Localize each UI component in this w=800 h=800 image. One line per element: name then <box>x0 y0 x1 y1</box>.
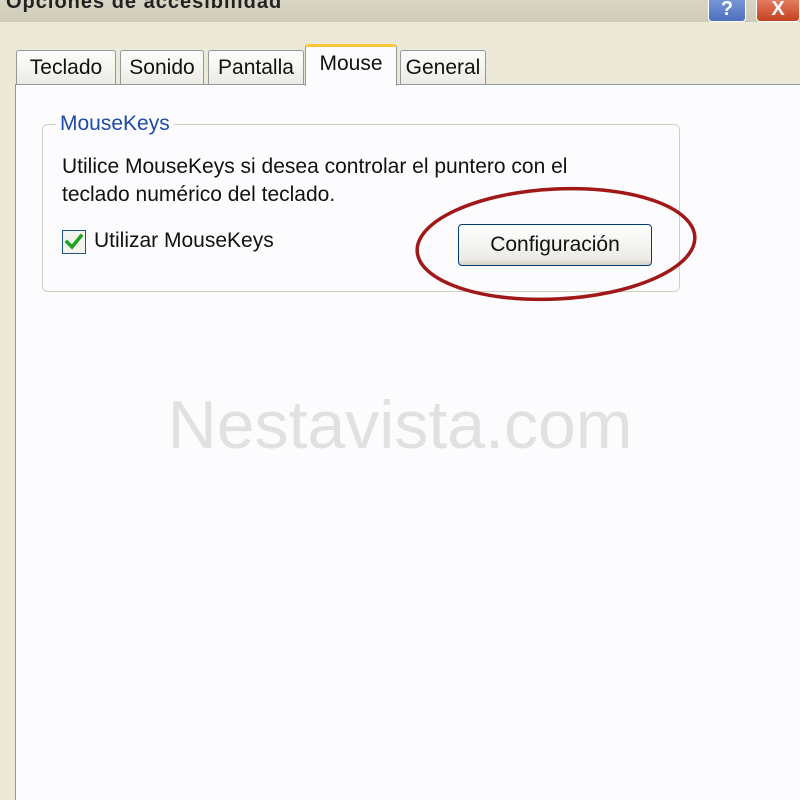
checkmark-icon <box>64 233 84 250</box>
tab-pantalla[interactable]: Pantalla <box>208 50 304 84</box>
watermark-text: Nestavista.com <box>167 387 633 463</box>
tab-mouse[interactable]: Mouse <box>305 44 397 86</box>
tab-sonido[interactable]: Sonido <box>120 50 204 84</box>
help-button[interactable]: ? <box>708 0 746 22</box>
use-mousekeys-label[interactable]: Utilizar MouseKeys <box>94 229 274 253</box>
groupbox-title: MouseKeys <box>56 112 174 136</box>
window-title: Opciones de accesibilidad <box>6 0 283 13</box>
tab-general[interactable]: General <box>400 50 486 84</box>
title-bar: Opciones de accesibilidad ? X <box>0 0 800 22</box>
tab-teclado[interactable]: Teclado <box>16 50 116 84</box>
highlight-ellipse <box>415 186 697 302</box>
use-mousekeys-checkbox[interactable] <box>62 230 86 254</box>
close-button[interactable]: X <box>756 0 800 22</box>
